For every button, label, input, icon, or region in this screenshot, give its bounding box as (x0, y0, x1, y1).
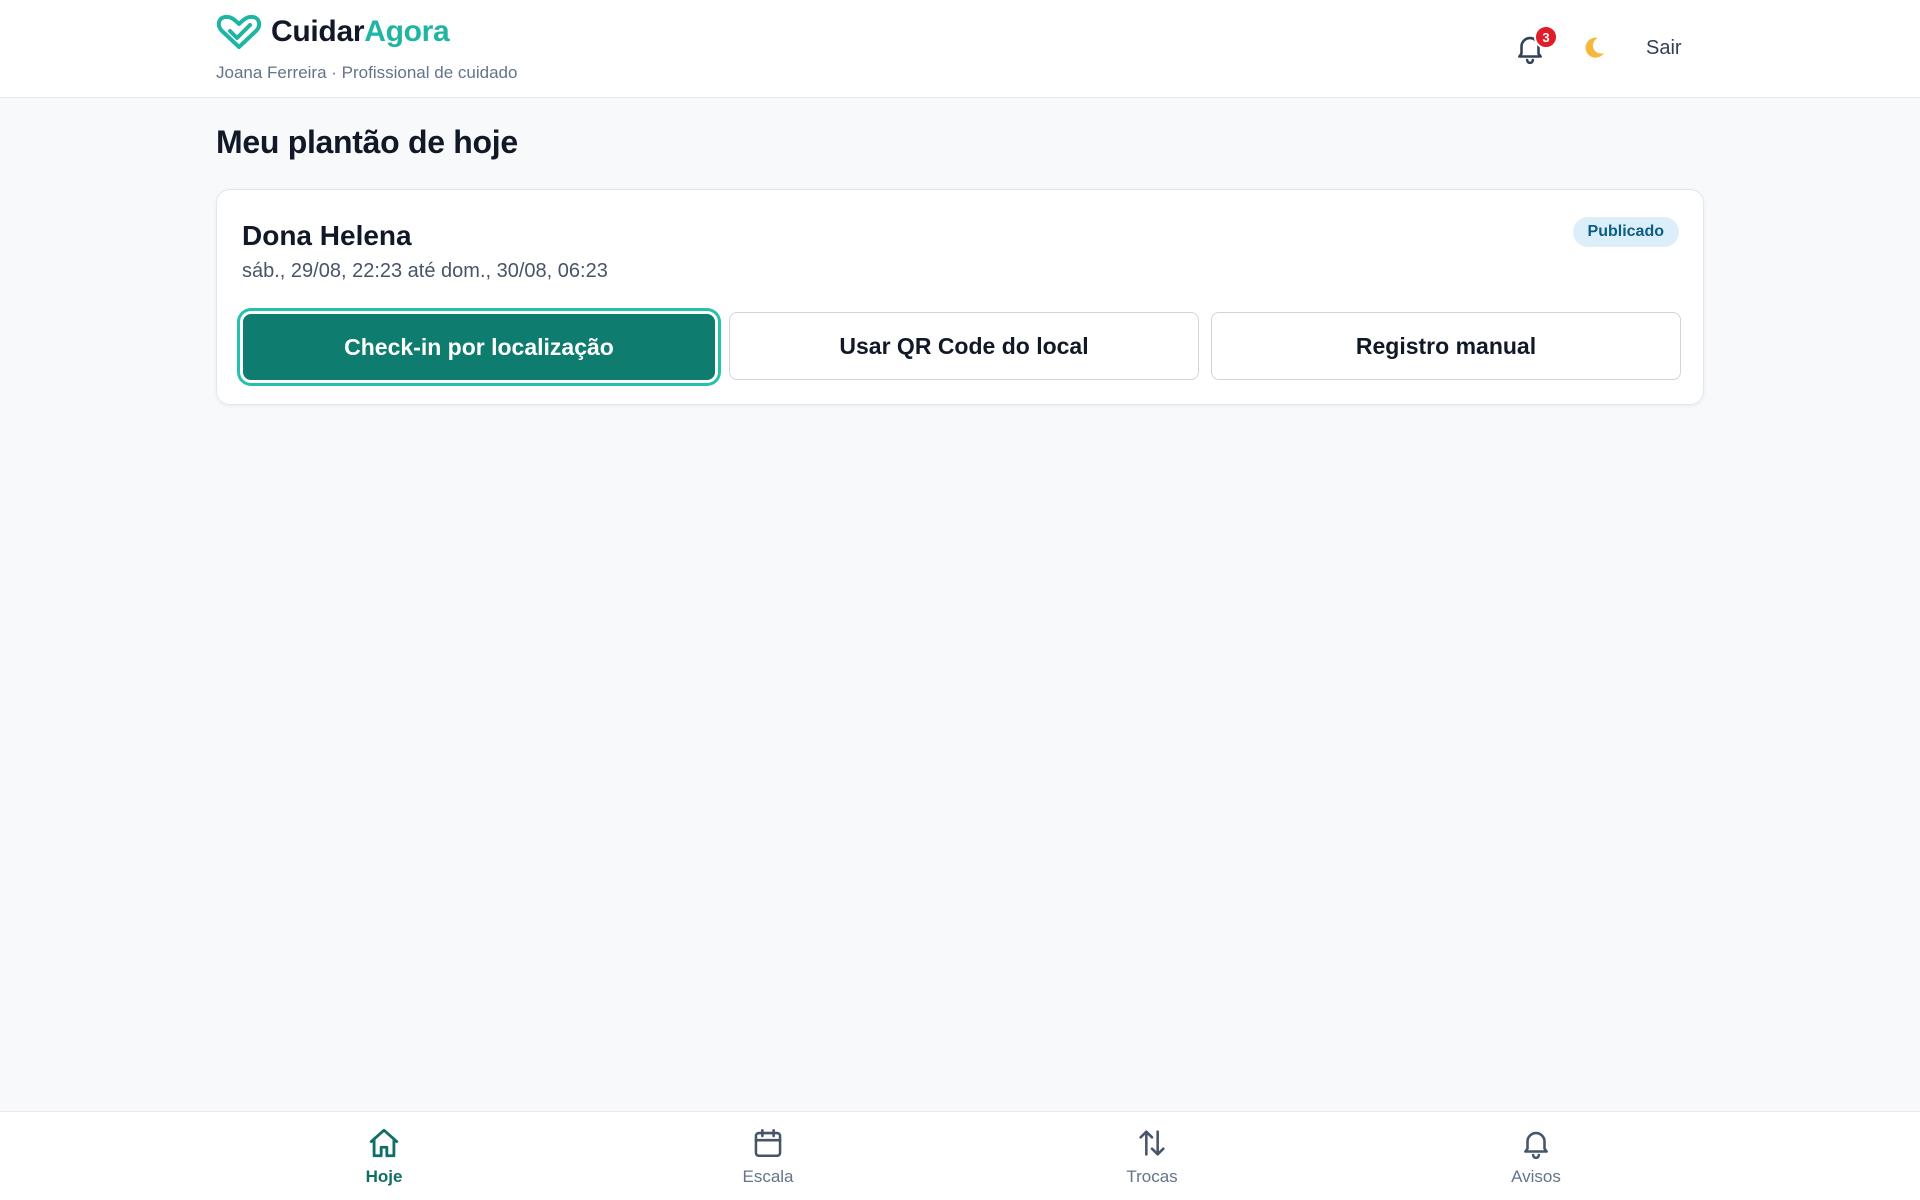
nav-label-escala: Escala (742, 1167, 794, 1186)
brand-name: CuidarAgora (271, 15, 450, 49)
notifications-count-badge: 3 (1534, 25, 1558, 49)
logout-button[interactable]: Sair (1646, 37, 1682, 60)
bottom-nav: Hoje Escala Trocas Avisos (0, 1111, 1920, 1200)
manual-register-button[interactable]: Registro manual (1211, 312, 1681, 380)
qr-code-button[interactable]: Usar QR Code do local (729, 312, 1199, 380)
nav-label-avisos: Avisos (1511, 1167, 1561, 1186)
brand-name-part2: Agora (364, 15, 450, 48)
nav-item-trocas[interactable]: Trocas (1082, 1126, 1222, 1187)
page-title: Meu plantão de hoje (216, 124, 518, 160)
checkin-location-button[interactable]: Check-in por localização (243, 314, 715, 380)
notifications-button[interactable]: 3 (1508, 25, 1558, 70)
home-icon (369, 1128, 399, 1158)
header-actions: 3 Sair (1508, 25, 1682, 70)
app-header: CuidarAgora Joana Ferreira · Profissiona… (0, 0, 1920, 98)
moon-icon (1585, 37, 1604, 58)
user-info: Joana Ferreira · Profissional de cuidado (216, 63, 518, 82)
calendar-icon (754, 1128, 782, 1158)
nav-item-avisos[interactable]: Avisos (1466, 1126, 1606, 1187)
bell-icon (1524, 1131, 1548, 1160)
shift-card: Dona Helena sáb., 29/08, 22:23 até dom.,… (216, 189, 1704, 405)
heart-check-logo-icon (216, 14, 262, 49)
nav-item-hoje[interactable]: Hoje (314, 1126, 454, 1187)
nav-label-hoje: Hoje (365, 1167, 403, 1186)
status-badge: Publicado (1572, 217, 1679, 247)
patient-name: Dona Helena (242, 220, 412, 251)
checkin-actions: Check-in por localização Usar QR Code do… (241, 312, 1681, 382)
nav-label-trocas: Trocas (1126, 1167, 1178, 1186)
nav-item-escala[interactable]: Escala (698, 1126, 838, 1187)
swap-arrows-icon (1139, 1130, 1165, 1156)
theme-toggle-button[interactable] (1572, 26, 1616, 70)
brand-name-part1: Cuidar (271, 15, 365, 48)
shift-time: sáb., 29/08, 22:23 até dom., 30/08, 06:2… (242, 260, 608, 282)
brand[interactable]: CuidarAgora (215, 13, 450, 51)
